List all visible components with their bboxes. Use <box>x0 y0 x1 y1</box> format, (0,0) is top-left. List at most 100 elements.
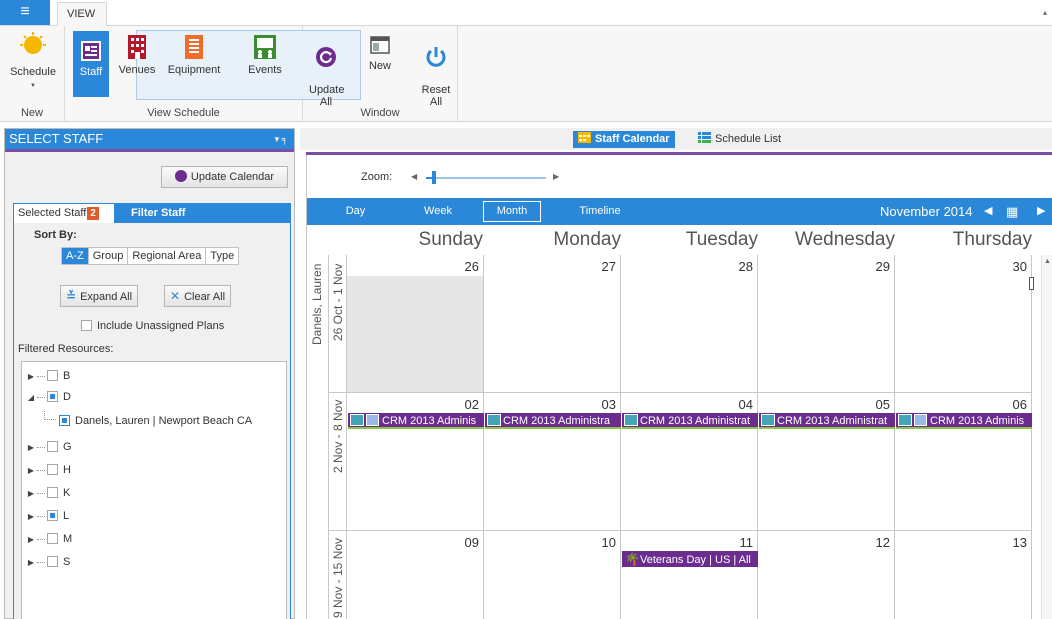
checkbox-icon[interactable] <box>47 533 58 544</box>
event-type-icon <box>487 414 501 426</box>
scroll-up-icon[interactable]: ▲ <box>1044 258 1051 265</box>
tab-selected-staff-label: Selected Staff <box>18 207 87 219</box>
checkbox-icon[interactable] <box>59 415 70 426</box>
event-veterans-day[interactable]: 🌴Veterans Day | US | All <box>622 551 758 567</box>
new-window-button[interactable]: New <box>365 34 395 72</box>
tab-selected-staff[interactable]: Selected Staff 2 <box>14 204 114 223</box>
day-number: 02 <box>464 397 479 412</box>
expand-arrow-icon[interactable]: ▶ <box>25 439 37 457</box>
update-calendar-button[interactable]: Update Calendar <box>161 166 288 188</box>
app-menu-button[interactable]: ≡ <box>0 0 50 25</box>
event-type-icon <box>761 414 775 426</box>
checkbox-icon[interactable] <box>47 464 58 475</box>
presentation-icon <box>254 35 276 59</box>
day-cell[interactable]: 30 <box>895 255 1034 393</box>
staff-calendar-button[interactable]: Staff Calendar <box>573 131 675 148</box>
zoom-slider-thumb[interactable] <box>432 171 436 184</box>
schedule-button-label: Schedule <box>10 66 56 78</box>
update-all-button[interactable]: Update All <box>309 34 344 108</box>
sun-icon <box>20 32 46 54</box>
collapse-ribbon-icon[interactable]: ▴ <box>1043 8 1050 17</box>
event-label: CRM 2013 Administrat <box>640 415 751 427</box>
zoom-slider[interactable] <box>426 177 546 179</box>
panel-title: SELECT STAFF <box>9 131 104 146</box>
include-unassigned-label: Include Unassigned Plans <box>97 320 225 332</box>
next-month-icon[interactable]: ▶ <box>1037 198 1045 225</box>
day-cell[interactable]: 26 <box>347 255 484 393</box>
tree-item-b[interactable]: ▶ B <box>25 367 70 385</box>
filtered-resources-label: Filtered Resources: <box>18 343 114 355</box>
event-overflow-icon[interactable] <box>1029 277 1034 290</box>
reset-all-button[interactable]: Reset All <box>421 34 451 108</box>
day-cell[interactable]: 29 <box>758 255 895 393</box>
day-number: 30 <box>1012 259 1027 274</box>
tree-item-danels-lauren[interactable]: Danels, Lauren | Newport Beach CA <box>44 411 252 429</box>
tab-timeline[interactable]: Timeline <box>569 198 631 225</box>
sort-az[interactable]: A-Z <box>62 248 89 264</box>
event-crm-wednesday[interactable]: CRM 2013 Administrat <box>759 413 895 429</box>
expand-arrow-icon[interactable]: ▶ <box>25 462 37 480</box>
pin-icon[interactable]: ▾ ╕ <box>275 129 288 149</box>
tab-day[interactable]: Day <box>343 198 368 225</box>
tab-month[interactable]: Month <box>483 201 541 222</box>
checkbox-icon[interactable] <box>47 487 58 498</box>
expand-arrow-icon[interactable]: ▶ <box>25 508 37 526</box>
events-view-button[interactable]: Events <box>243 34 287 76</box>
event-crm-monday[interactable]: CRM 2013 Administra <box>485 413 621 429</box>
venues-view-button[interactable]: Venues <box>115 34 159 76</box>
sort-regional-area[interactable]: Regional Area <box>128 248 207 264</box>
expand-arrow-icon[interactable]: ▶ <box>25 554 37 572</box>
expand-arrow-icon[interactable]: ▶ <box>25 531 37 549</box>
new-window-label: New <box>368 60 391 72</box>
day-cell[interactable]: 13 <box>895 531 1032 619</box>
sort-group[interactable]: Group <box>89 248 129 264</box>
day-cell[interactable]: 28 <box>621 255 758 393</box>
day-name: Monday <box>553 229 621 250</box>
zoom-in-icon[interactable]: ▶ <box>553 172 559 181</box>
event-crm-thursday[interactable]: CRM 2013 Adminis <box>896 413 1032 429</box>
tab-week[interactable]: Week <box>421 198 455 225</box>
day-cell[interactable]: 09 <box>347 531 484 619</box>
tree-connector <box>37 538 45 540</box>
day-cell[interactable]: 12 <box>758 531 895 619</box>
day-name: Thursday <box>952 229 1032 250</box>
checkbox-icon[interactable] <box>47 391 58 402</box>
sort-type[interactable]: Type <box>206 248 238 264</box>
checkbox-icon[interactable] <box>47 556 58 567</box>
clear-all-button[interactable]: ✕ Clear All <box>164 285 232 307</box>
event-crm-sunday[interactable]: CRM 2013 Adminis <box>348 413 484 429</box>
tab-filter-staff[interactable]: Filter Staff <box>131 203 185 223</box>
tab-view[interactable]: VIEW <box>57 2 107 26</box>
schedule-button[interactable]: Schedule ▼ <box>8 32 58 92</box>
tree-item-m[interactable]: ▶ M <box>25 530 72 548</box>
day-cell[interactable]: 11 <box>621 531 758 619</box>
expand-arrow-icon[interactable]: ▶ <box>25 368 37 386</box>
calendar-icon <box>578 132 591 143</box>
staff-card-icon <box>81 41 101 61</box>
schedule-list-button[interactable]: Schedule List <box>693 131 786 148</box>
tree-item-s[interactable]: ▶ S <box>25 553 70 571</box>
day-cell[interactable]: 27 <box>484 255 621 393</box>
include-unassigned-checkbox[interactable]: Include Unassigned Plans <box>81 320 224 332</box>
expand-all-button[interactable]: ≚ Expand All <box>60 285 139 307</box>
tree-item-h[interactable]: ▶ H <box>25 461 71 479</box>
previous-month-icon[interactable]: ◀ <box>984 198 992 225</box>
collapse-arrow-icon[interactable]: ◢ <box>25 389 37 407</box>
checkbox-icon[interactable] <box>47 510 58 521</box>
staff-view-button[interactable]: Staff <box>73 31 109 97</box>
tree-item-d[interactable]: ◢ D <box>25 388 71 406</box>
tree-item-g[interactable]: ▶ G <box>25 438 72 456</box>
equipment-view-button[interactable]: Equipment <box>165 34 223 76</box>
calendar-picker-icon[interactable]: ▦ <box>1006 198 1018 225</box>
expand-arrow-icon[interactable]: ▶ <box>25 485 37 503</box>
tree-item-l[interactable]: ▶ L <box>25 507 69 525</box>
tree-item-k[interactable]: ▶ K <box>25 484 70 502</box>
event-crm-tuesday[interactable]: CRM 2013 Administrat <box>622 413 758 429</box>
checkbox-icon[interactable] <box>47 370 58 381</box>
day-cell[interactable]: 10 <box>484 531 621 619</box>
resource-name: Danels, Lauren <box>310 263 324 345</box>
vertical-scrollbar[interactable]: ▲ <box>1041 255 1052 619</box>
checkbox-icon[interactable] <box>47 441 58 452</box>
day-number: 04 <box>738 397 753 412</box>
zoom-out-icon[interactable]: ◀ <box>411 172 417 181</box>
